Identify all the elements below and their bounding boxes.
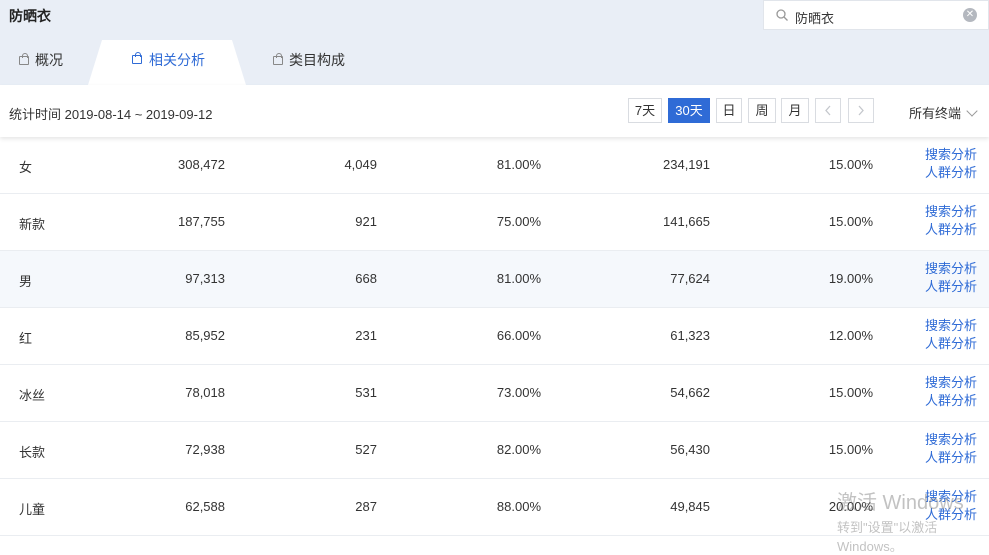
- row-actions: 搜索分析 人群分析: [925, 203, 977, 239]
- value-cell: 527: [355, 442, 377, 457]
- value-cell: 308,472: [178, 157, 225, 172]
- row-actions: 搜索分析 人群分析: [925, 374, 977, 410]
- value-cell: 49,845: [670, 499, 710, 514]
- value-cell: 141,665: [663, 214, 710, 229]
- keyword-cell: 男: [19, 274, 33, 289]
- date-range: 统计时间 2019-08-14 ~ 2019-09-12: [9, 107, 213, 122]
- chevron-left-icon: [825, 105, 831, 116]
- keyword-cell: 新款: [19, 217, 46, 232]
- crowd-analysis-link[interactable]: 人群分析: [925, 335, 977, 353]
- value-cell: 15.00%: [828, 157, 873, 172]
- value-cell: 78,018: [185, 385, 225, 400]
- search-analysis-link[interactable]: 搜索分析: [925, 488, 977, 506]
- crowd-analysis-link[interactable]: 人群分析: [925, 392, 977, 410]
- chevron-down-icon[interactable]: [966, 105, 978, 117]
- tab-label: 类目构成: [289, 52, 345, 68]
- table-row: 女 308,472 4,049 81.00% 234,191 15.00% 搜索分析 人群分析: [0, 137, 989, 194]
- keyword-cell: 冰丝: [19, 388, 46, 403]
- row-actions: 搜索分析 人群分析: [925, 260, 977, 296]
- next-button[interactable]: [848, 98, 874, 123]
- tab-label: 概况: [35, 52, 63, 68]
- value-cell: 97,313: [185, 271, 225, 286]
- value-cell: 12.00%: [828, 328, 873, 343]
- search-analysis-link[interactable]: 搜索分析: [925, 431, 977, 449]
- value-cell: 72,938: [185, 442, 225, 457]
- tab-overview[interactable]: 概况: [19, 40, 63, 85]
- prev-button[interactable]: [815, 98, 841, 123]
- value-cell: 81.00%: [496, 271, 541, 286]
- bag-icon: [273, 53, 283, 65]
- crowd-analysis-link[interactable]: 人群分析: [925, 449, 977, 467]
- value-cell: 82.00%: [496, 442, 541, 457]
- value-cell: 62,588: [185, 499, 225, 514]
- row-actions: 搜索分析 人群分析: [925, 317, 977, 353]
- period-week-button[interactable]: 周: [748, 98, 776, 123]
- value-cell: 531: [355, 385, 377, 400]
- tab-label: 相关分析: [149, 52, 205, 68]
- table-row: 冰丝 78,018 531 73.00% 54,662 15.00% 搜索分析 人群分析: [0, 365, 989, 422]
- value-cell: 56,430: [670, 442, 710, 457]
- value-cell: 54,662: [670, 385, 710, 400]
- keyword-cell: 女: [19, 160, 33, 175]
- value-cell: 85,952: [185, 328, 225, 343]
- search-analysis-link[interactable]: 搜索分析: [925, 146, 977, 164]
- tab-related-analysis[interactable]: 相关分析: [88, 40, 246, 85]
- period-day-button[interactable]: 日: [716, 98, 742, 123]
- value-cell: 88.00%: [496, 499, 541, 514]
- value-cell: 75.00%: [496, 214, 541, 229]
- value-cell: 20.00%: [828, 499, 873, 514]
- row-actions: 搜索分析 人群分析: [925, 431, 977, 467]
- crowd-analysis-link[interactable]: 人群分析: [925, 164, 977, 182]
- bag-icon: [132, 52, 142, 64]
- table-row: 红 85,952 231 66.00% 61,323 12.00% 搜索分析 人群分析: [0, 308, 989, 365]
- search-analysis-link[interactable]: 搜索分析: [925, 374, 977, 392]
- page-title: 防晒衣: [9, 8, 51, 24]
- value-cell: 19.00%: [828, 271, 873, 286]
- crowd-analysis-link[interactable]: 人群分析: [925, 278, 977, 296]
- period-month-button[interactable]: 月: [781, 98, 809, 123]
- tab-category[interactable]: 类目构成: [273, 40, 345, 85]
- table-row: 男 97,313 668 81.00% 77,624 19.00% 搜索分析 人群分析: [0, 251, 989, 308]
- top-header: 防晒衣 防晒衣 ✕ 概况 相关分析 类目构成: [0, 0, 989, 85]
- table-row: 儿童 62,588 287 88.00% 49,845 20.00% 搜索分析 人群分析: [0, 479, 989, 536]
- value-cell: 921: [355, 214, 377, 229]
- search-input[interactable]: 防晒衣: [795, 8, 834, 27]
- bag-icon: [19, 53, 29, 65]
- value-cell: 73.00%: [496, 385, 541, 400]
- value-cell: 231: [355, 328, 377, 343]
- row-actions: 搜索分析 人群分析: [925, 146, 977, 182]
- value-cell: 15.00%: [828, 214, 873, 229]
- value-cell: 287: [355, 499, 377, 514]
- value-cell: 15.00%: [828, 442, 873, 457]
- keyword-cell: 长款: [19, 445, 46, 460]
- row-actions: 搜索分析 人群分析: [925, 488, 977, 524]
- toolbar: 统计时间 2019-08-14 ~ 2019-09-12 7天 30天 日 周 …: [0, 85, 989, 137]
- value-cell: 61,323: [670, 328, 710, 343]
- value-cell: 187,755: [178, 214, 225, 229]
- table-row: 新款 187,755 921 75.00% 141,665 15.00% 搜索分析 人群分析: [0, 194, 989, 251]
- search-analysis-link[interactable]: 搜索分析: [925, 260, 977, 278]
- chevron-right-icon: [858, 105, 864, 116]
- table-row: 长款 72,938 527 82.00% 56,430 15.00% 搜索分析 人群分析: [0, 422, 989, 479]
- crowd-analysis-link[interactable]: 人群分析: [925, 506, 977, 524]
- search-icon: [776, 9, 788, 21]
- value-cell: 66.00%: [496, 328, 541, 343]
- search-analysis-link[interactable]: 搜索分析: [925, 317, 977, 335]
- clear-icon[interactable]: ✕: [963, 8, 977, 22]
- value-cell: 15.00%: [828, 385, 873, 400]
- value-cell: 4,049: [344, 157, 377, 172]
- value-cell: 81.00%: [496, 157, 541, 172]
- keyword-cell: 儿童: [19, 502, 46, 517]
- value-cell: 77,624: [670, 271, 710, 286]
- period-30d-button[interactable]: 30天: [668, 98, 710, 123]
- value-cell: 668: [355, 271, 377, 286]
- device-select[interactable]: 所有终端: [909, 103, 961, 122]
- search-box[interactable]: 防晒衣 ✕: [763, 0, 989, 30]
- crowd-analysis-link[interactable]: 人群分析: [925, 221, 977, 239]
- search-analysis-link[interactable]: 搜索分析: [925, 203, 977, 221]
- keyword-cell: 红: [19, 331, 33, 346]
- value-cell: 234,191: [663, 157, 710, 172]
- period-7d-button[interactable]: 7天: [628, 98, 662, 123]
